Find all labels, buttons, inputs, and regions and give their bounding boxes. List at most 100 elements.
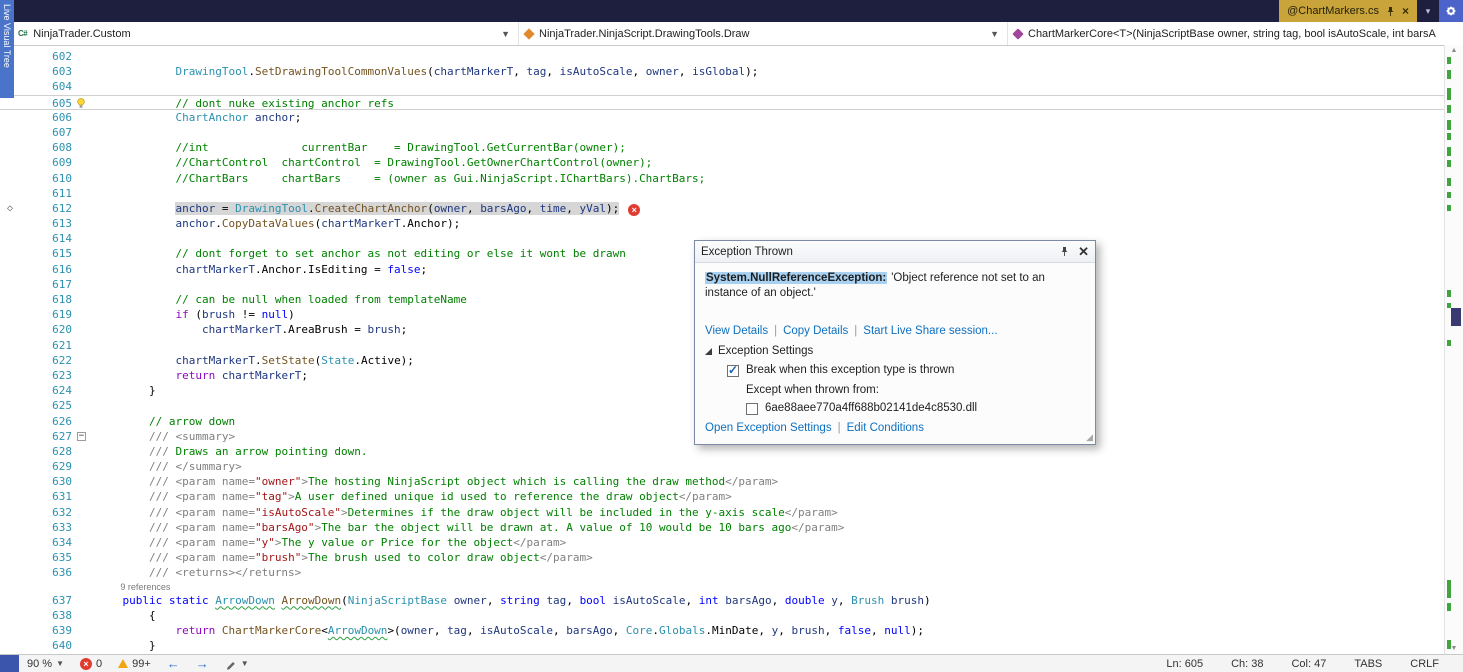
line-number[interactable]: 619: [20, 307, 74, 322]
break-checkbox[interactable]: [727, 365, 739, 377]
exception-settings-expander[interactable]: Exception Settings: [705, 345, 1085, 357]
line-number[interactable]: 602: [20, 49, 74, 64]
edit-conditions-link[interactable]: Edit Conditions: [847, 422, 924, 434]
line-number[interactable]: 612: [20, 201, 74, 216]
line-number[interactable]: 605: [20, 96, 74, 109]
code-text[interactable]: [90, 186, 1445, 201]
gear-icon[interactable]: [1439, 0, 1463, 22]
code-text[interactable]: DrawingTool.SetDrawingToolCommonValues(c…: [90, 64, 1445, 79]
code-text[interactable]: /// Draws an arrow pointing down.: [90, 444, 1445, 459]
copy-details-link[interactable]: Copy Details: [783, 325, 848, 337]
line-number[interactable]: 613: [20, 216, 74, 231]
module-checkbox[interactable]: [746, 403, 758, 415]
module-exclusion-row[interactable]: 6ae88aee770a4ff688b02141de4c8530.dll: [746, 401, 1085, 416]
code-text[interactable]: //ChartBars chartBars = (owner as Gui.Ni…: [90, 171, 1445, 186]
scroll-up-icon[interactable]: ▲: [1445, 45, 1463, 57]
line-number[interactable]: 639: [20, 623, 74, 638]
code-line[interactable]: 631 /// <param name="tag">A user defined…: [0, 489, 1445, 504]
code-line[interactable]: 603 DrawingTool.SetDrawingToolCommonValu…: [0, 64, 1445, 79]
code-line[interactable]: 604: [0, 79, 1445, 94]
error-icon[interactable]: ×: [628, 204, 640, 216]
line-number[interactable]: 631: [20, 489, 74, 504]
line-number[interactable]: 625: [20, 398, 74, 413]
document-tab[interactable]: @ChartMarkers.cs ×: [1279, 0, 1417, 22]
code-line[interactable]: 637 public static ArrowDown ArrowDown(Ni…: [0, 593, 1445, 608]
type-dropdown[interactable]: NinjaTrader.NinjaScript.DrawingTools.Dra…: [519, 22, 1008, 45]
code-line[interactable]: 640 }: [0, 638, 1445, 653]
navigate-backward-button[interactable]: ←: [159, 655, 188, 672]
code-line[interactable]: 636 /// <returns></returns>: [0, 565, 1445, 580]
code-text[interactable]: ChartAnchor anchor;: [90, 110, 1445, 125]
view-details-link[interactable]: View Details: [705, 325, 768, 337]
line-number[interactable]: 636: [20, 565, 74, 580]
code-line[interactable]: ◇612 anchor = DrawingTool.CreateChartAnc…: [0, 201, 1445, 216]
code-text[interactable]: [90, 125, 1445, 140]
code-text[interactable]: public static ArrowDown ArrowDown(NinjaS…: [90, 593, 1445, 608]
code-text[interactable]: /// <returns></returns>: [90, 565, 1445, 580]
code-text[interactable]: [90, 79, 1445, 94]
line-number[interactable]: 640: [20, 638, 74, 653]
error-count-badge[interactable]: × 0: [72, 655, 110, 672]
code-line[interactable]: 613 anchor.CopyDataValues(chartMarkerT.A…: [0, 216, 1445, 231]
navigate-forward-button[interactable]: →: [188, 655, 217, 672]
code-text[interactable]: /// <param name="brush">The brush used t…: [90, 550, 1445, 565]
pin-icon[interactable]: [1059, 246, 1070, 257]
exception-popup-titlebar[interactable]: Exception Thrown ✕: [695, 241, 1095, 263]
code-line[interactable]: 605 // dont nuke existing anchor refs: [0, 95, 1445, 110]
close-icon[interactable]: ✕: [1078, 245, 1089, 258]
line-number[interactable]: 620: [20, 322, 74, 337]
line-number[interactable]: 616: [20, 262, 74, 277]
code-line[interactable]: 628 /// Draws an arrow pointing down.: [0, 444, 1445, 459]
line-number[interactable]: 626: [20, 414, 74, 429]
line-number[interactable]: 621: [20, 338, 74, 353]
open-exception-settings-link[interactable]: Open Exception Settings: [705, 422, 832, 434]
line-number[interactable]: 638: [20, 608, 74, 623]
project-dropdown[interactable]: C# NinjaTrader.Custom ▼: [0, 22, 519, 45]
line-number[interactable]: 615: [20, 246, 74, 261]
code-line[interactable]: 635 /// <param name="brush">The brush us…: [0, 550, 1445, 565]
line-number[interactable]: 622: [20, 353, 74, 368]
code-line[interactable]: 607: [0, 125, 1445, 140]
code-text[interactable]: [90, 49, 1445, 64]
code-text[interactable]: anchor = DrawingTool.CreateChartAnchor(o…: [90, 201, 1445, 216]
line-number[interactable]: 633: [20, 520, 74, 535]
line-number[interactable]: 609: [20, 155, 74, 170]
collapse-icon[interactable]: −: [77, 432, 86, 441]
line-number[interactable]: 624: [20, 383, 74, 398]
code-text[interactable]: anchor.CopyDataValues(chartMarkerT.Ancho…: [90, 216, 1445, 231]
line-number[interactable]: 634: [20, 535, 74, 550]
line-number[interactable]: 630: [20, 474, 74, 489]
code-line[interactable]: 611: [0, 186, 1445, 201]
code-line[interactable]: 630 /// <param name="owner">The hosting …: [0, 474, 1445, 489]
line-number[interactable]: 614: [20, 231, 74, 246]
resize-grip[interactable]: ◢: [1086, 432, 1093, 443]
warning-count-badge[interactable]: 99+: [110, 655, 159, 672]
pin-icon[interactable]: [1385, 6, 1396, 17]
line-number[interactable]: 611: [20, 186, 74, 201]
code-line[interactable]: 606 ChartAnchor anchor;: [0, 110, 1445, 125]
line-number[interactable]: 623: [20, 368, 74, 383]
code-line[interactable]: 633 /// <param name="barsAgo">The bar th…: [0, 520, 1445, 535]
code-text[interactable]: /// <param name="y">The y value or Price…: [90, 535, 1445, 550]
line-number[interactable]: 637: [20, 593, 74, 608]
line-number[interactable]: 607: [20, 125, 74, 140]
code-text[interactable]: // dont nuke existing anchor refs: [90, 96, 1445, 109]
line-number[interactable]: 604: [20, 79, 74, 94]
code-line[interactable]: 608 //int currentBar = DrawingTool.GetCu…: [0, 140, 1445, 155]
line-number[interactable]: 618: [20, 292, 74, 307]
code-line[interactable]: 639 return ChartMarkerCore<ArrowDown>(ow…: [0, 623, 1445, 638]
line-number[interactable]: 627: [20, 429, 74, 444]
code-line[interactable]: 638 {: [0, 608, 1445, 623]
code-line[interactable]: 632 /// <param name="isAutoScale">Determ…: [0, 505, 1445, 520]
line-number[interactable]: 628: [20, 444, 74, 459]
start-live-share-session-link[interactable]: Start Live Share session...: [863, 325, 997, 337]
code-line[interactable]: 609 //ChartControl chartControl = Drawin…: [0, 155, 1445, 170]
code-text[interactable]: /// <param name="tag">A user defined uni…: [90, 489, 1445, 504]
zoom-dropdown[interactable]: 90 % ▼: [19, 655, 72, 672]
code-line[interactable]: 610 //ChartBars chartBars = (owner as Gu…: [0, 171, 1445, 186]
code-line[interactable]: 629 /// </summary>: [0, 459, 1445, 474]
line-number[interactable]: 617: [20, 277, 74, 292]
line-number[interactable]: 606: [20, 110, 74, 125]
line-number[interactable]: 629: [20, 459, 74, 474]
close-icon[interactable]: ×: [1402, 4, 1409, 18]
